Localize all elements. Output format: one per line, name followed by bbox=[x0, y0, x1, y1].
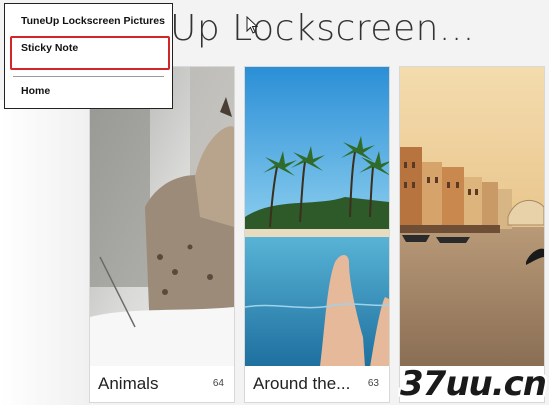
beach-image bbox=[245, 67, 389, 367]
page-title: Up Lockscreen... bbox=[170, 8, 475, 49]
menu-item-tuneup-lockscreen-pictures[interactable]: TuneUp Lockscreen Pictures bbox=[21, 15, 165, 27]
watermark: 37uu.cn bbox=[400, 364, 547, 404]
venice-image bbox=[400, 67, 544, 367]
menu-item-home[interactable]: Home bbox=[21, 85, 50, 97]
tile-footer: Animals 64 bbox=[90, 366, 234, 402]
mouse-cursor-icon bbox=[246, 16, 258, 34]
navigation-menu: TuneUp Lockscreen Pictures Sticky Note H… bbox=[4, 3, 173, 109]
tile-footer: Around the... 63 bbox=[245, 366, 389, 402]
lynx-image bbox=[90, 67, 234, 367]
menu-divider bbox=[13, 76, 164, 77]
tile-label: Animals bbox=[98, 374, 159, 393]
highlight-box bbox=[10, 36, 170, 70]
tile-label: Around the... bbox=[253, 374, 351, 393]
background-panel bbox=[0, 100, 90, 405]
tile-count: 64 bbox=[212, 378, 224, 389]
tile-around-the-world[interactable]: Around the... 63 bbox=[244, 66, 390, 403]
tile-animals[interactable]: Animals 64 bbox=[89, 66, 235, 403]
tile-count: 63 bbox=[367, 378, 379, 389]
tile-venice[interactable] bbox=[399, 66, 545, 403]
